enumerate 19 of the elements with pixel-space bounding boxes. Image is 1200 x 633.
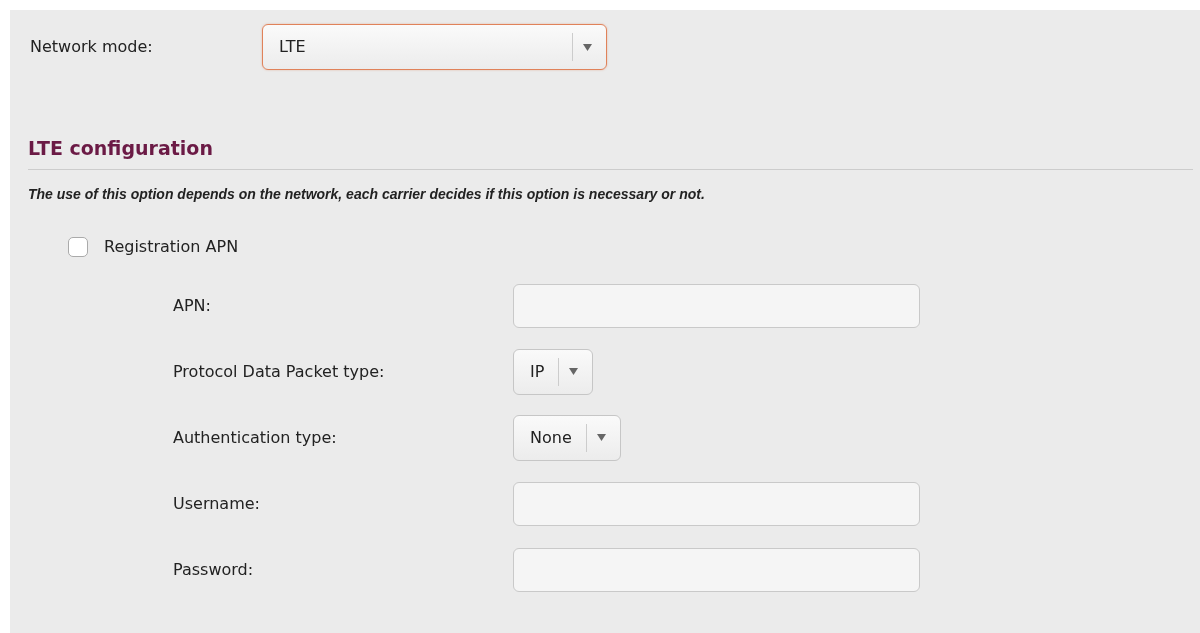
input-field[interactable] <box>513 283 920 328</box>
caret-icon <box>569 368 579 375</box>
dropdown[interactable]: IP <box>513 348 594 395</box>
checkbox[interactable] <box>68 236 88 257</box>
caret-icon <box>596 434 606 441</box>
note-text: The use of this option depends on the network, each carrier decides if this option is necessary or not. <box>28 184 706 204</box>
field-label: Protocol Data Packet type: <box>172 360 386 383</box>
field-label: Password: <box>172 558 255 581</box>
input-field[interactable] <box>513 547 920 592</box>
section-heading: LTE configuration <box>28 134 1193 170</box>
field-label: Authentication type: <box>172 426 338 449</box>
dropdown[interactable]: None <box>513 414 621 461</box>
field-label: Network mode: <box>29 36 154 58</box>
input-field[interactable] <box>513 481 920 526</box>
field-label: Username: <box>172 492 261 515</box>
checkbox-label[interactable]: Registration APN <box>104 234 239 259</box>
field-label: APN: <box>172 294 212 317</box>
caret-icon <box>583 43 592 51</box>
dropdown[interactable]: LTE <box>262 24 607 70</box>
